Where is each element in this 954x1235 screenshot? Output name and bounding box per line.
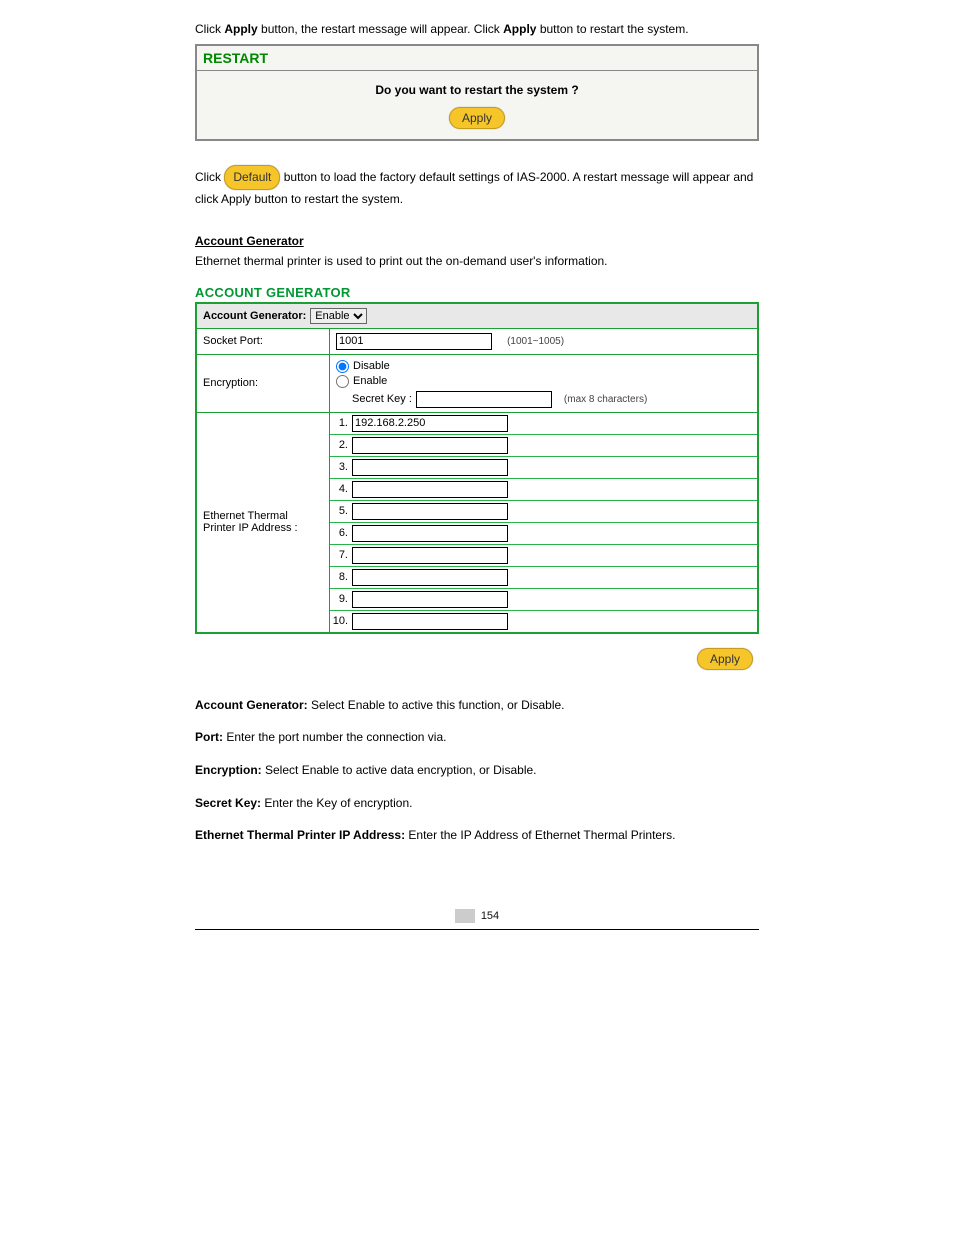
ag-table: Account Generator: Enable Socket Port: (… xyxy=(195,302,759,634)
socket-hint: (1001~1005) xyxy=(507,336,564,347)
ip-input-6[interactable] xyxy=(352,525,508,542)
ag-desc: Ethernet thermal printer is used to prin… xyxy=(195,252,759,271)
restart-question: Do you want to restart the system ? xyxy=(203,77,751,107)
printer-label: Ethernet Thermal Printer IP Address : xyxy=(197,413,330,632)
page-number: 154 xyxy=(481,910,499,922)
ip-input-10[interactable] xyxy=(352,613,508,630)
ip-input-1[interactable] xyxy=(352,415,508,432)
page-box-icon xyxy=(455,909,475,923)
socket-row: Socket Port: (1001~1005) xyxy=(197,329,757,355)
restart-apply-button[interactable]: Apply xyxy=(449,107,505,129)
default-paragraph: Click Default button to load the factory… xyxy=(195,165,759,208)
printer-row: Ethernet Thermal Printer IP Address : 1.… xyxy=(197,413,757,632)
encryption-disable-radio[interactable] xyxy=(336,360,349,373)
ip-input-8[interactable] xyxy=(352,569,508,586)
ag-top-row: Account Generator: Enable xyxy=(197,304,757,329)
socket-input[interactable] xyxy=(336,333,492,350)
secret-hint: (max 8 characters) xyxy=(564,394,647,405)
ip-input-2[interactable] xyxy=(352,437,508,454)
ip-input-9[interactable] xyxy=(352,591,508,608)
default-button[interactable]: Default xyxy=(224,165,280,190)
restart-header: RESTART xyxy=(197,46,757,71)
ip-input-5[interactable] xyxy=(352,503,508,520)
encryption-row: Encryption: Disable Enable Secret Key : … xyxy=(197,355,757,413)
restart-panel: RESTART Do you want to restart the syste… xyxy=(195,44,759,141)
encryption-enable-radio[interactable] xyxy=(336,375,349,388)
secret-key-label: Secret Key : xyxy=(352,393,412,405)
encryption-label: Encryption: xyxy=(197,355,330,412)
ag-enable-select[interactable]: Enable xyxy=(310,308,367,324)
socket-label: Socket Port: xyxy=(197,329,330,354)
apply-word-2: Apply xyxy=(503,22,536,36)
bullet-3: Encryption: Select Enable to active data… xyxy=(195,761,759,780)
intro-text: Click Apply button, the restart message … xyxy=(195,20,759,38)
disable-label: Disable xyxy=(353,360,390,372)
bullet-2: Port: Enter the port number the connecti… xyxy=(195,728,759,747)
ip-input-4[interactable] xyxy=(352,481,508,498)
ip-input-3[interactable] xyxy=(352,459,508,476)
secret-key-input[interactable] xyxy=(416,391,552,408)
enable-label: Enable xyxy=(353,375,387,387)
bullet-1: Account Generator: Select Enable to acti… xyxy=(195,696,759,715)
bullet-5: Ethernet Thermal Printer IP Address: Ent… xyxy=(195,826,759,845)
page-number-wrap: 154 xyxy=(195,909,759,923)
bullet-4: Secret Key: Enter the Key of encryption. xyxy=(195,794,759,813)
ag-panel-header: ACCOUNT GENERATOR xyxy=(195,285,759,300)
ag-section-title: Account Generator xyxy=(195,234,759,248)
ag-top-label: Account Generator: xyxy=(203,310,306,322)
ip-input-7[interactable] xyxy=(352,547,508,564)
apply-word-1: Apply xyxy=(224,22,257,36)
ag-apply-button[interactable]: Apply xyxy=(697,648,753,670)
footer-divider xyxy=(195,929,759,930)
